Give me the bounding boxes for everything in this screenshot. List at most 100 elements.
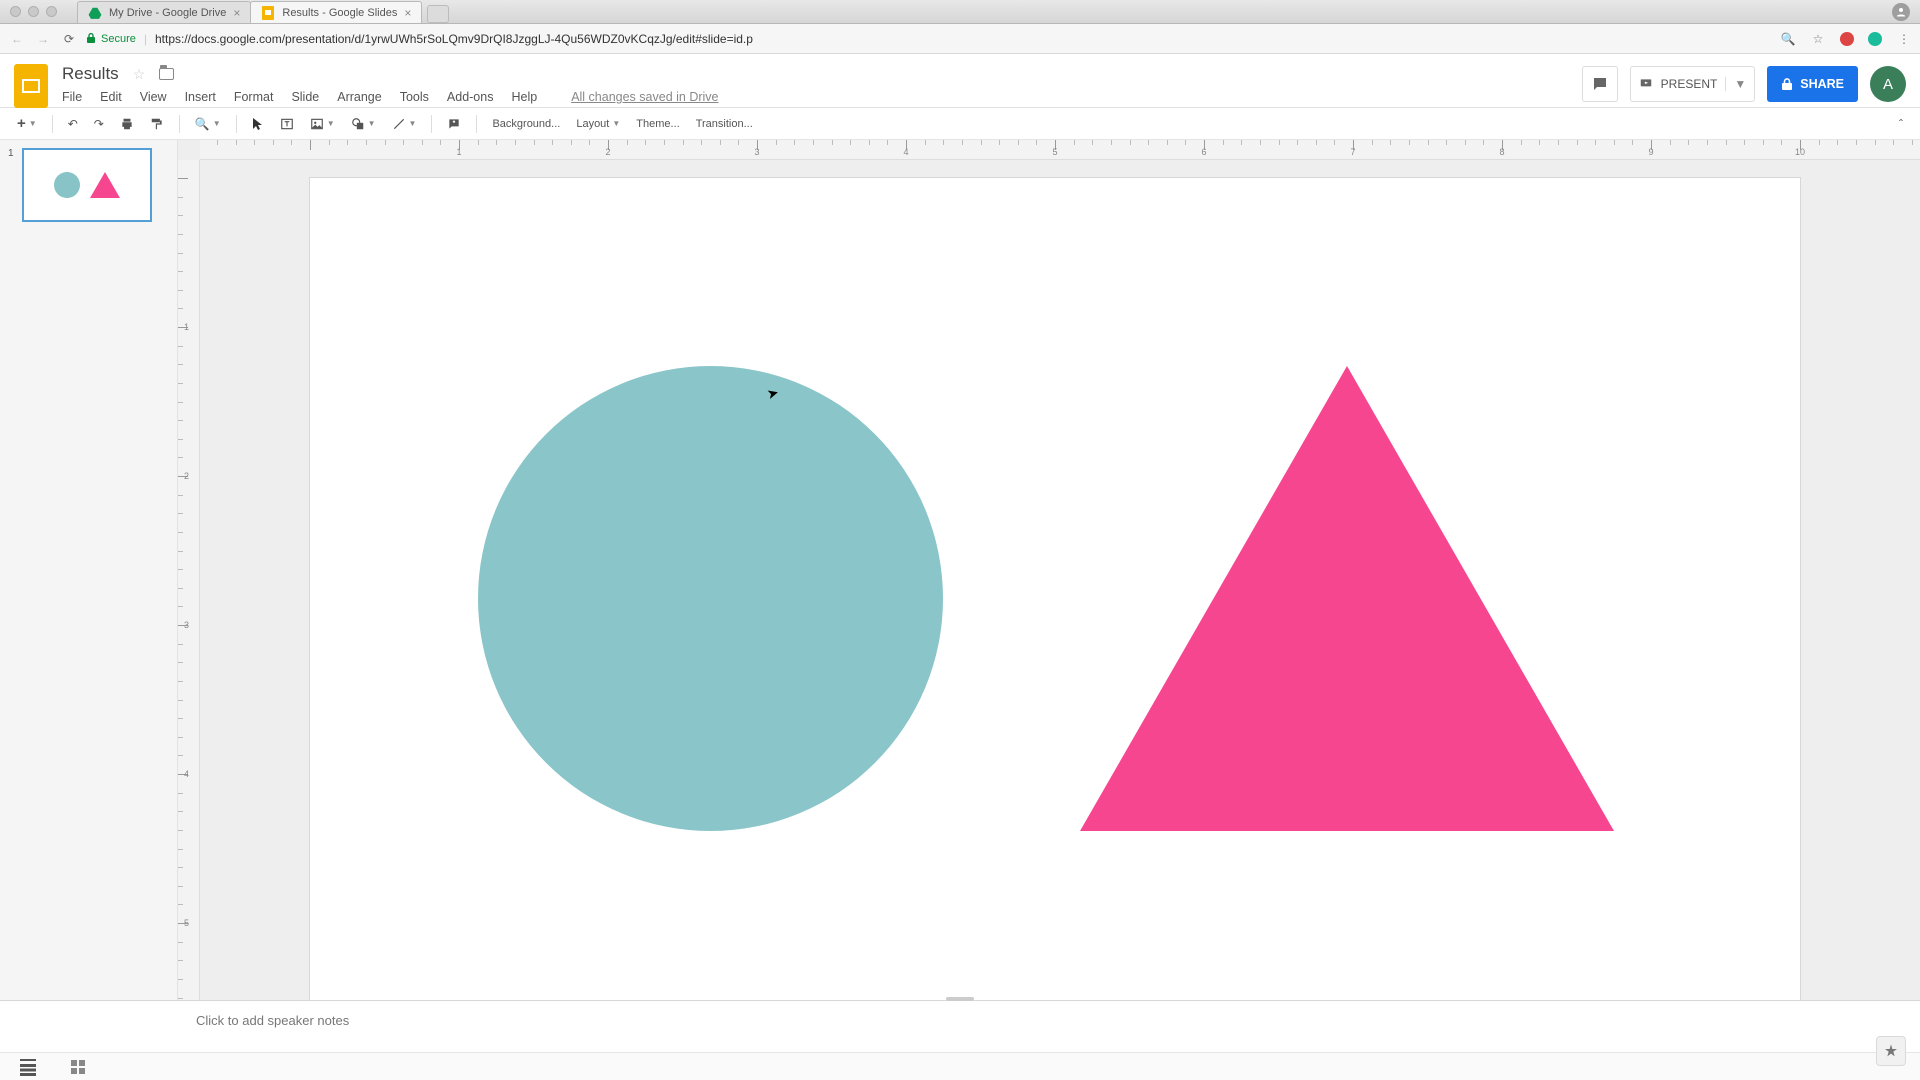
browser-navbar: ← → ⟳ Secure | https://docs.google.com/p… <box>0 24 1920 54</box>
comment-icon <box>1591 75 1609 93</box>
triangle-shape[interactable] <box>1080 366 1614 831</box>
window-max-dot[interactable] <box>46 6 57 17</box>
thumbnail-panel[interactable]: 1 <box>0 140 178 1000</box>
shape-tool[interactable]: ▼ <box>344 113 383 135</box>
menu-addons[interactable]: Add-ons <box>447 90 494 104</box>
drive-favicon-icon <box>88 6 102 20</box>
chrome-menu-icon[interactable]: ⋮ <box>1896 32 1912 46</box>
background-button[interactable]: Background... <box>485 114 567 134</box>
image-tool[interactable]: ▼ <box>303 113 342 135</box>
grid-view-button[interactable] <box>70 1059 86 1075</box>
extension-adblock-icon[interactable] <box>1840 32 1854 46</box>
avatar-letter: A <box>1883 76 1893 93</box>
browser-tab-drive[interactable]: My Drive - Google Drive × <box>77 1 251 23</box>
save-status[interactable]: All changes saved in Drive <box>571 90 718 104</box>
slide-thumbnail-1[interactable] <box>22 148 152 222</box>
workarea: 1 12345678910 12345 ➤ <box>0 140 1920 1000</box>
back-button[interactable]: ← <box>8 32 26 46</box>
toolbar: +▼ ↶ ↷ 🔍▼ ▼ ▼ ▼ Background... Layout ▼ T… <box>0 108 1920 140</box>
menu-tools[interactable]: Tools <box>400 90 429 104</box>
star-icon[interactable]: ☆ <box>133 66 146 83</box>
menu-arrange[interactable]: Arrange <box>337 90 381 104</box>
undo-button[interactable]: ↶ <box>61 113 85 135</box>
window-min-dot[interactable] <box>28 6 39 17</box>
textbox-icon <box>280 117 294 131</box>
menu-insert[interactable]: Insert <box>185 90 216 104</box>
move-to-folder-icon[interactable] <box>159 68 174 80</box>
line-icon <box>392 117 406 131</box>
tab-close-icon[interactable]: × <box>404 6 411 20</box>
shape-icon <box>351 117 365 131</box>
image-icon <box>310 117 324 131</box>
filmstrip-view-button[interactable] <box>20 1059 36 1075</box>
layout-label: Layout <box>576 118 609 130</box>
browser-tab-slides[interactable]: Results - Google Slides × <box>250 1 422 23</box>
transition-button[interactable]: Transition... <box>689 114 760 134</box>
notes-resize-handle[interactable] <box>946 997 974 1001</box>
horizontal-ruler[interactable]: 12345678910 <box>200 140 1920 160</box>
menu-view[interactable]: View <box>140 90 167 104</box>
thumb-triangle-icon <box>90 172 120 198</box>
slides-logo-icon[interactable] <box>14 64 48 108</box>
canvas-background[interactable]: ➤ <box>200 160 1920 1000</box>
comment-tool[interactable] <box>440 113 468 135</box>
slide-canvas[interactable]: ➤ <box>310 178 1800 1000</box>
bookmark-star-icon[interactable]: ☆ <box>1810 32 1826 46</box>
explore-button[interactable] <box>1876 1036 1906 1066</box>
new-slide-button[interactable]: +▼ <box>10 111 44 136</box>
print-button[interactable] <box>113 113 141 135</box>
line-tool[interactable]: ▼ <box>385 113 424 135</box>
present-icon <box>1639 77 1653 91</box>
vertical-ruler[interactable]: 12345 <box>178 160 200 1000</box>
tab-close-icon[interactable]: × <box>233 6 240 20</box>
tab-title: My Drive - Google Drive <box>109 7 226 19</box>
collapse-toolbar-button[interactable]: ˆ <box>1892 113 1910 135</box>
menubar: File Edit View Insert Format Slide Arran… <box>62 90 718 104</box>
secure-label: Secure <box>101 33 136 45</box>
window-controls[interactable] <box>10 6 57 17</box>
select-tool[interactable] <box>245 113 271 135</box>
extension-green-icon[interactable] <box>1868 32 1882 46</box>
document-title[interactable]: Results <box>62 64 119 84</box>
speaker-notes[interactable]: Click to add speaker notes <box>0 1000 1920 1052</box>
app-header: Results ☆ File Edit View Insert Format S… <box>0 54 1920 108</box>
account-avatar[interactable]: A <box>1870 66 1906 102</box>
lock-icon <box>1781 78 1793 91</box>
slides-favicon-icon <box>261 6 275 20</box>
address-bar[interactable]: https://docs.google.com/presentation/d/1… <box>155 32 753 46</box>
present-dropdown-icon[interactable]: ▼ <box>1725 77 1746 91</box>
menu-format[interactable]: Format <box>234 90 274 104</box>
dropdown-icon[interactable]: ▼ <box>29 119 37 128</box>
zoom-icon[interactable]: 🔍 <box>1780 32 1796 46</box>
theme-button[interactable]: Theme... <box>629 114 686 134</box>
add-comment-icon <box>447 117 461 131</box>
textbox-tool[interactable] <box>273 113 301 135</box>
circle-shape[interactable] <box>478 366 943 831</box>
redo-button[interactable]: ↷ <box>87 113 111 135</box>
view-footer <box>0 1052 1920 1080</box>
present-button[interactable]: PRESENT ▼ <box>1630 66 1756 102</box>
forward-button[interactable]: → <box>34 32 52 46</box>
share-button[interactable]: SHARE <box>1767 66 1858 102</box>
speaker-notes-placeholder: Click to add speaker notes <box>196 1013 349 1028</box>
paint-format-button[interactable] <box>143 113 171 135</box>
macos-titlebar: My Drive - Google Drive × Results - Goog… <box>0 0 1920 24</box>
menu-slide[interactable]: Slide <box>291 90 319 104</box>
navbar-extensions: 🔍 ☆ ⋮ <box>1780 32 1912 46</box>
secure-indicator[interactable]: Secure <box>86 33 136 45</box>
cursor-icon <box>252 117 264 131</box>
comments-button[interactable] <box>1582 66 1618 102</box>
new-tab-button[interactable] <box>427 5 449 23</box>
reload-button[interactable]: ⟳ <box>60 32 78 46</box>
layout-button[interactable]: Layout ▼ <box>569 114 627 134</box>
zoom-button[interactable]: 🔍▼ <box>188 113 228 135</box>
thumb-circle-icon <box>54 172 80 198</box>
menu-help[interactable]: Help <box>511 90 537 104</box>
menu-edit[interactable]: Edit <box>100 90 122 104</box>
share-label: SHARE <box>1800 77 1844 91</box>
menu-file[interactable]: File <box>62 90 82 104</box>
window-close-dot[interactable] <box>10 6 21 17</box>
chrome-profile-icon[interactable] <box>1892 3 1910 21</box>
lock-icon <box>86 33 96 44</box>
paint-roller-icon <box>150 117 164 131</box>
